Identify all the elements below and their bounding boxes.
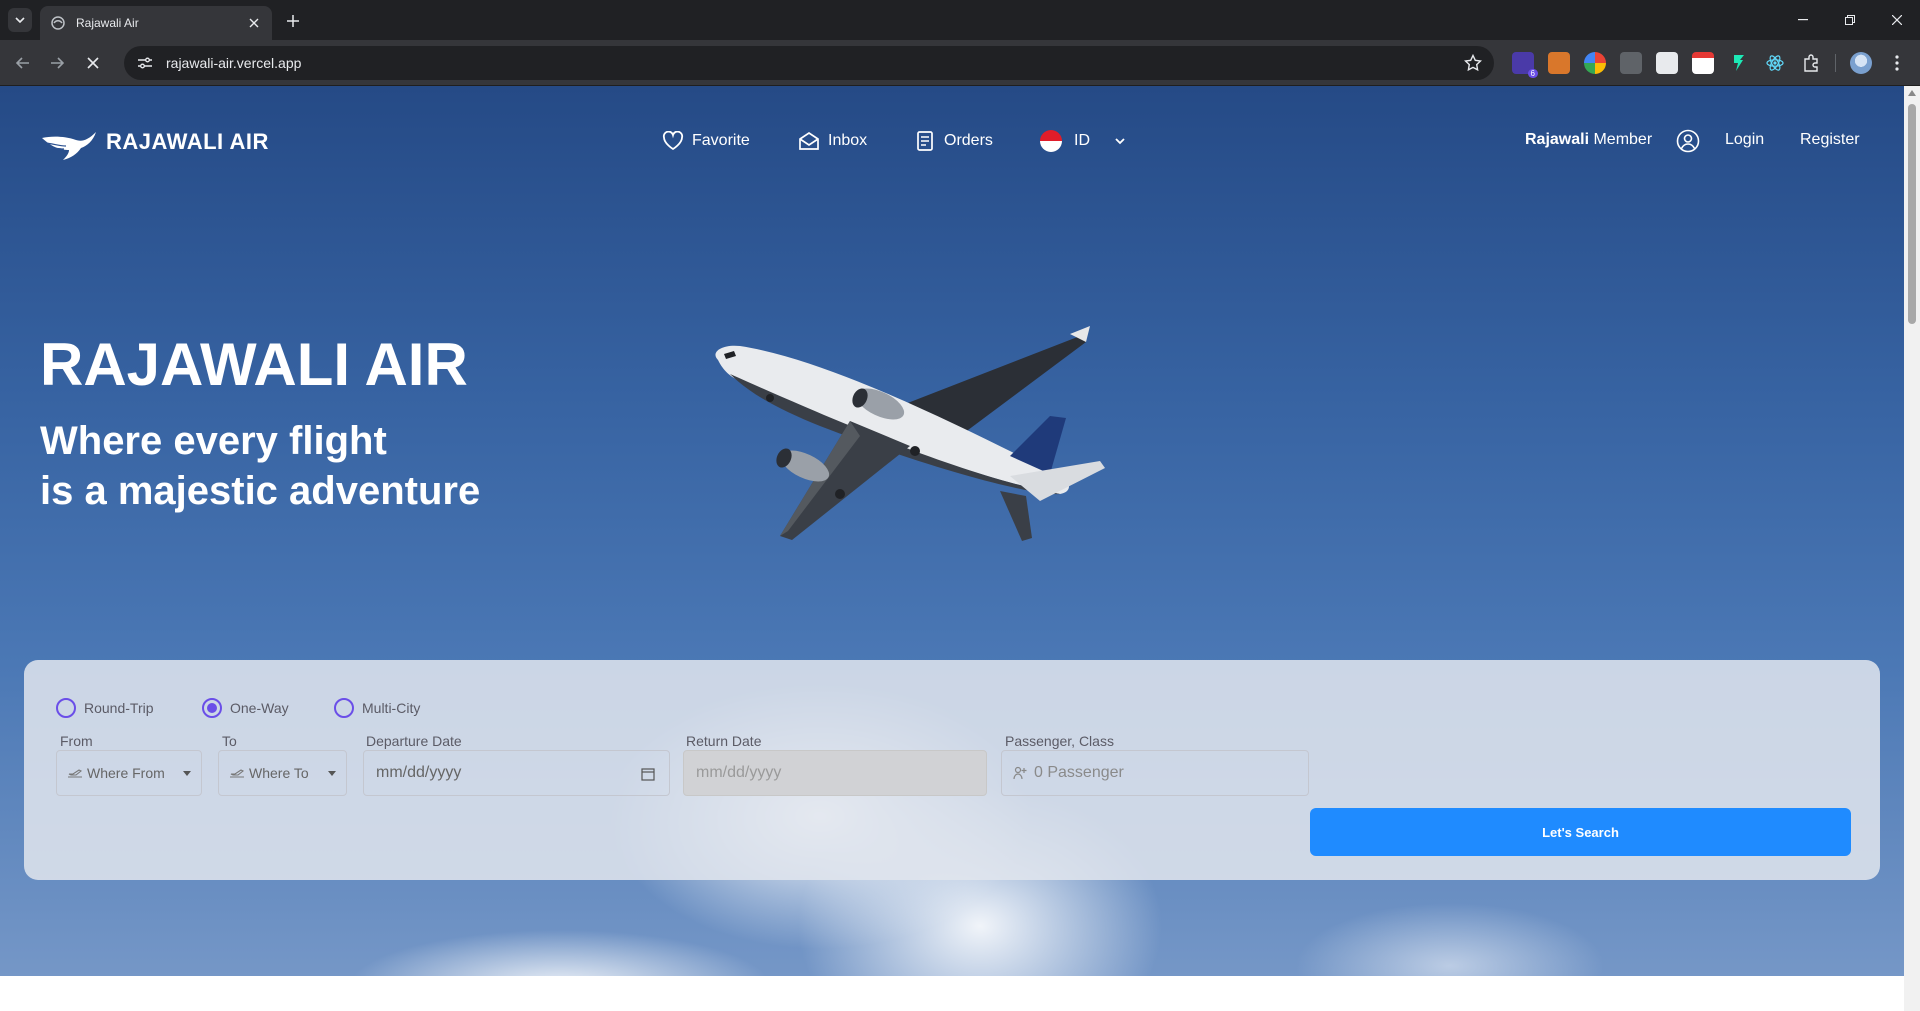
radio-button[interactable]	[334, 698, 354, 718]
radio-button[interactable]	[56, 698, 76, 718]
envelope-icon	[798, 130, 820, 152]
extension-icon[interactable]	[1620, 52, 1642, 74]
return-date-label: Return Date	[686, 733, 762, 749]
tab-close-icon[interactable]	[246, 15, 262, 31]
departure-date-input[interactable]: mm/dd/yyyy	[363, 750, 670, 796]
bookmark-star-icon[interactable]	[1464, 54, 1482, 72]
close-window-icon[interactable]	[1882, 8, 1912, 32]
login-link[interactable]: Login	[1725, 131, 1764, 149]
airplane-image	[715, 326, 1105, 541]
receipt-icon	[914, 130, 936, 152]
tab-title: Rajawali Air	[76, 16, 139, 30]
member-brand: Rajawali	[1525, 131, 1590, 148]
origin-select[interactable]: Where From	[56, 750, 202, 796]
nav-orders[interactable]: Orders	[914, 130, 993, 152]
rajawali-member-link[interactable]: Rajawali Member	[1525, 131, 1652, 149]
minimize-icon[interactable]	[1788, 8, 1818, 32]
from-label: From	[60, 733, 93, 749]
trip-type-one-way[interactable]: One-Way	[202, 698, 289, 718]
metamask-icon[interactable]	[1548, 52, 1570, 74]
address-bar[interactable]: rajawali-air.vercel.app	[124, 46, 1494, 80]
extension-icon[interactable]: 6	[1512, 52, 1538, 78]
scroll-up-icon[interactable]	[1908, 90, 1916, 96]
departure-date-label: Departure Date	[366, 733, 462, 749]
nav-favorite-label: Favorite	[692, 132, 750, 149]
restore-icon[interactable]	[1835, 8, 1865, 32]
url-text: rajawali-air.vercel.app	[166, 55, 302, 71]
origin-placeholder: Where From	[87, 765, 165, 781]
browser-tab[interactable]: Rajawali Air	[40, 6, 272, 40]
browser-menu-icon[interactable]	[1886, 52, 1908, 74]
page-scrollbar[interactable]	[1904, 86, 1920, 1011]
brand-logo-link[interactable]: RAJAWALI AIR	[40, 124, 269, 160]
color-picker-icon[interactable]	[1584, 52, 1606, 74]
member-label: Member	[1589, 131, 1653, 148]
heart-icon	[662, 130, 684, 152]
passenger-class-input[interactable]: 0 Passenger	[1001, 750, 1309, 796]
destination-select[interactable]: Where To	[218, 750, 347, 796]
react-devtools-icon[interactable]	[1764, 52, 1786, 74]
scrollbar-thumb[interactable]	[1908, 104, 1916, 324]
language-selector[interactable]: ID	[1040, 130, 1126, 152]
calendar-extension-icon[interactable]	[1692, 52, 1714, 74]
browser-tabstrip: Rajawali Air	[0, 0, 1920, 40]
document-icon[interactable]	[1656, 52, 1678, 74]
back-icon[interactable]	[10, 50, 36, 76]
return-date-placeholder: mm/dd/yyyy	[696, 764, 782, 781]
site-favicon-icon	[51, 16, 65, 30]
hero-subtitle-line2: is a majestic adventure	[40, 469, 481, 513]
destination-placeholder: Where To	[249, 765, 309, 781]
hero-subtitle-line1: Where every flight	[40, 419, 387, 463]
trip-type-label: Multi-City	[362, 700, 421, 716]
profile-avatar[interactable]	[1850, 52, 1872, 74]
calendar-icon[interactable]	[641, 767, 655, 781]
register-link[interactable]: Register	[1800, 131, 1860, 149]
new-tab-button[interactable]	[282, 10, 304, 32]
nav-inbox-label: Inbox	[828, 132, 868, 149]
trip-type-label: One-Way	[230, 700, 289, 716]
nav-inbox[interactable]: Inbox	[798, 130, 867, 152]
extension-icon[interactable]	[1728, 52, 1750, 74]
stop-loading-icon[interactable]	[80, 50, 106, 76]
trip-type-round-trip[interactable]: Round-Trip	[56, 698, 154, 718]
extensions-puzzle-icon[interactable]	[1800, 52, 1822, 74]
browser-toolbar: rajawali-air.vercel.app 6	[0, 40, 1920, 86]
page-viewport: RAJAWALI AIR Favorite Inbox Orders ID Ra…	[0, 86, 1920, 1011]
trip-type-label: Round-Trip	[84, 700, 154, 716]
dropdown-caret-icon	[328, 770, 336, 776]
takeoff-icon	[68, 769, 83, 778]
return-date-input: mm/dd/yyyy	[683, 750, 987, 796]
radio-button-selected[interactable]	[202, 698, 222, 718]
passenger-icon	[1013, 766, 1027, 780]
tab-search-button[interactable]	[8, 8, 32, 32]
hero-section: RAJAWALI AIR Favorite Inbox Orders ID Ra…	[0, 86, 1904, 976]
nav-orders-label: Orders	[944, 132, 993, 149]
to-label: To	[222, 733, 237, 749]
passenger-class-label: Passenger, Class	[1005, 733, 1114, 749]
eagle-wing-logo-icon	[42, 132, 96, 160]
hero-subtitle: Where every flight is a majestic adventu…	[40, 416, 480, 516]
indonesia-flag-icon	[1040, 130, 1062, 152]
flight-search-form: Round-Trip One-Way Multi-City From To De…	[24, 660, 1880, 880]
chevron-down-icon	[1114, 132, 1126, 150]
trip-type-multi-city[interactable]: Multi-City	[334, 698, 420, 718]
takeoff-icon	[230, 769, 245, 778]
departure-date-placeholder: mm/dd/yyyy	[376, 764, 462, 781]
nav-favorite[interactable]: Favorite	[662, 130, 750, 152]
brand-name: RAJAWALI AIR	[106, 129, 269, 154]
search-flights-button[interactable]: Let's Search	[1310, 808, 1851, 856]
user-circle-icon[interactable]	[1676, 129, 1700, 153]
extension-badge: 6	[1527, 69, 1538, 78]
toolbar-divider	[1835, 54, 1836, 72]
passenger-placeholder: 0 Passenger	[1034, 764, 1124, 781]
site-settings-icon[interactable]	[136, 54, 154, 72]
hero-title: RAJAWALI AIR	[40, 331, 468, 398]
language-code: ID	[1074, 132, 1090, 149]
forward-icon[interactable]	[44, 50, 70, 76]
dropdown-caret-icon	[183, 770, 191, 776]
